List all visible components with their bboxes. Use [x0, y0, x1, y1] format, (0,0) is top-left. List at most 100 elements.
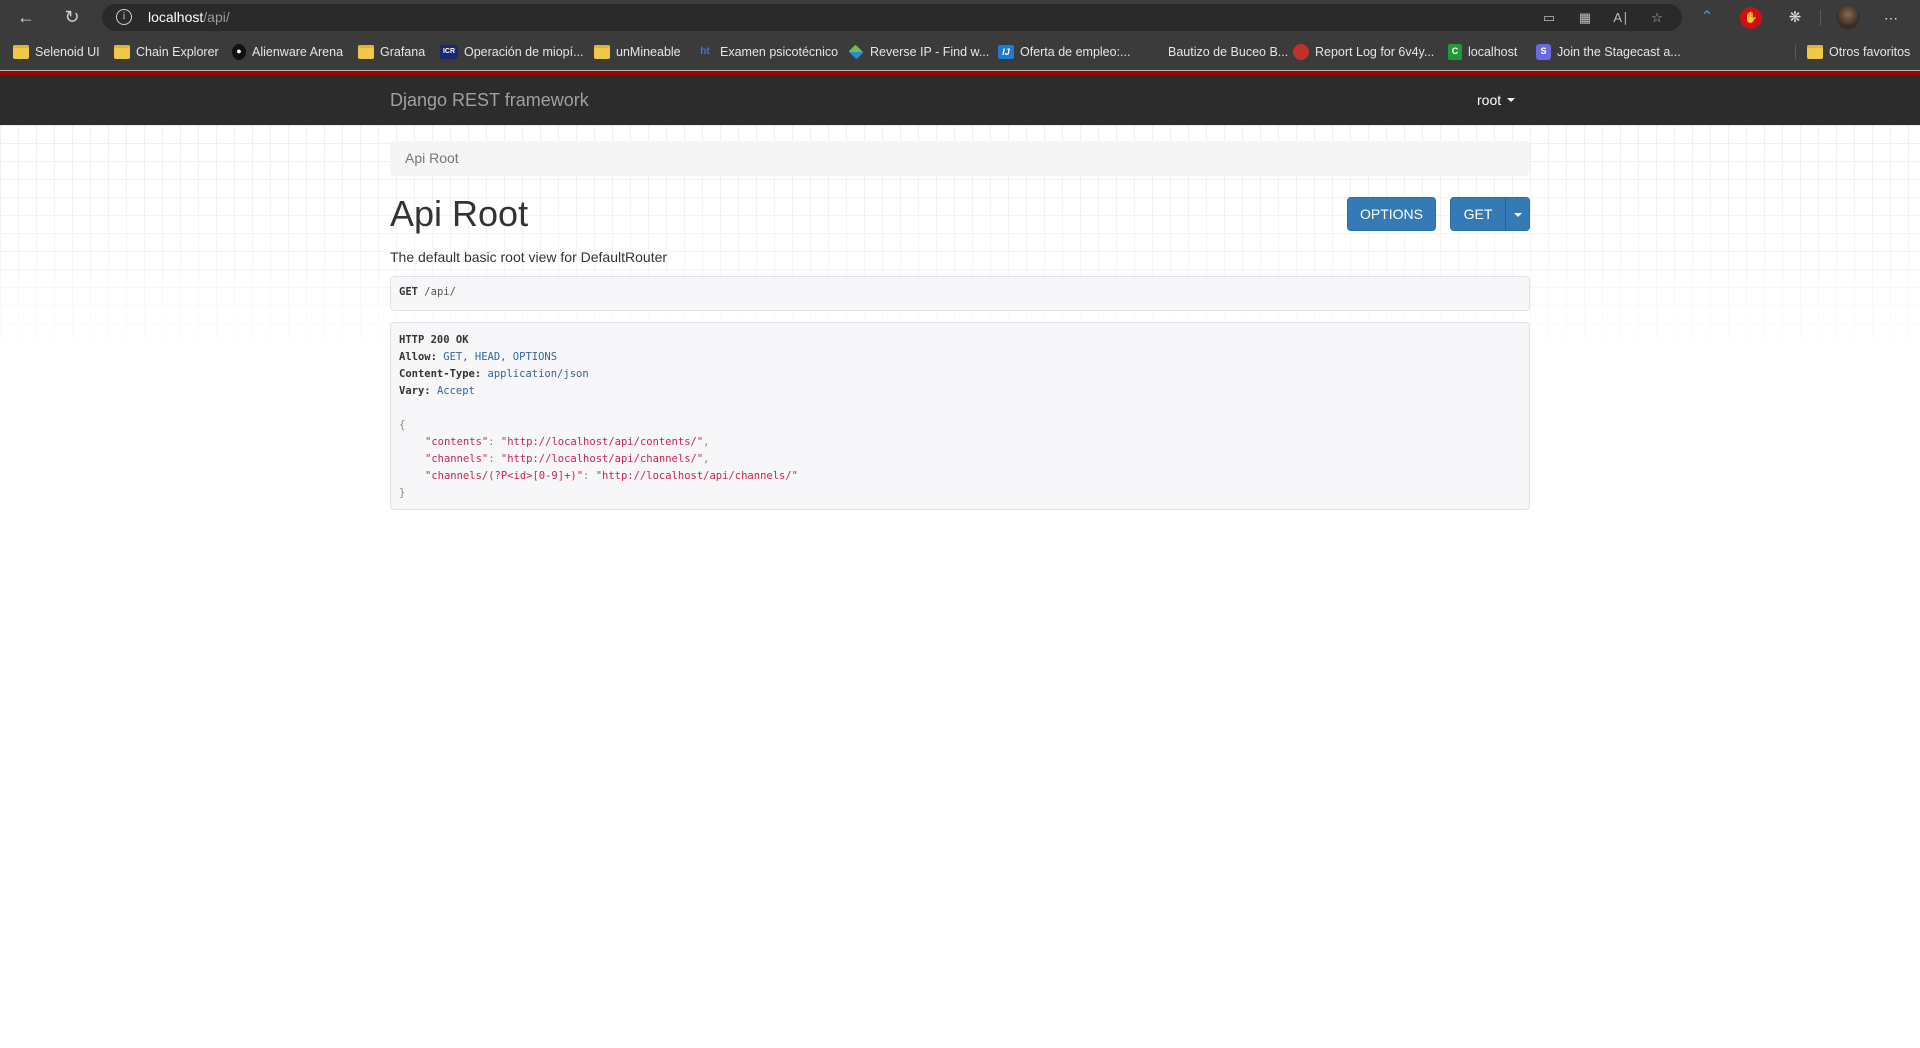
- bookmark-label: unMineable: [616, 45, 681, 59]
- caret-down-icon: [1507, 98, 1516, 102]
- get-format-dropdown-button[interactable]: [1505, 197, 1530, 231]
- arrow-left-icon: ←: [17, 7, 35, 27]
- url-host: localhost: [148, 9, 204, 25]
- bookmark-label: Bautizo de Buceo B...: [1168, 45, 1289, 59]
- folder-icon: [114, 45, 130, 59]
- bookmark-label: Oferta de empleo:...: [1020, 45, 1131, 59]
- user-dropdown[interactable]: root: [1477, 92, 1516, 108]
- json-entry: "channels/(?P<id>[0-9]+)": "http://local…: [425, 470, 798, 482]
- bookmarks-bar: Selenoid UI Chain Explorer ● Alienware Ar…: [0, 34, 1920, 70]
- url-path: /api/: [203, 9, 230, 25]
- bookmark-item[interactable]: Report Log for 6v4y...: [1293, 42, 1434, 62]
- bookmark-item[interactable]: S Join the Stagecast a...: [1536, 42, 1681, 62]
- bookmark-item[interactable]: Selenoid UI: [13, 42, 100, 62]
- bookmark-label: Examen psicotécnico: [720, 45, 839, 59]
- header-key: Vary:: [399, 385, 431, 397]
- bookmark-item[interactable]: ht Examen psicotécnico: [696, 42, 838, 62]
- response-header: Allow: GET, HEAD, OPTIONS: [399, 349, 1521, 366]
- request-info: GET /api/: [390, 276, 1530, 311]
- bookmarks-divider: [1795, 44, 1796, 60]
- back-button[interactable]: ←: [14, 5, 38, 29]
- bookmark-label: Reverse IP - Find w...: [870, 45, 990, 59]
- bookmark-item[interactable]: ● Alienware Arena: [232, 42, 343, 62]
- bookmark-item[interactable]: ICR Operación de miopí...: [440, 42, 584, 62]
- folder-icon: [13, 45, 29, 59]
- other-favorites-folder[interactable]: Otros favoritos: [1807, 42, 1910, 62]
- folder-icon: [358, 45, 374, 59]
- breadcrumb-item-active: Api Root: [405, 150, 459, 166]
- profile-avatar[interactable]: [1836, 5, 1860, 29]
- response-header: Vary: Accept: [399, 383, 1521, 400]
- bookmark-item[interactable]: Clocalhost: [1448, 42, 1517, 62]
- adblock-icon[interactable]: ✋: [1740, 7, 1762, 29]
- request-method: GET: [399, 286, 418, 298]
- header-key: Content-Type:: [399, 368, 482, 380]
- ij-icon: IJ: [998, 45, 1014, 59]
- response-header: Content-Type: application/json: [399, 366, 1521, 383]
- app-available-icon[interactable]: ▭: [1540, 9, 1558, 27]
- json-key: "channels/(?P<id>[0-9]+)": [425, 470, 584, 482]
- bookmark-item[interactable]: Grafana: [358, 42, 425, 62]
- alien-icon: ●: [232, 44, 246, 60]
- extension-arc-icon[interactable]: ⌃: [1696, 7, 1718, 29]
- bookmark-label: Alienware Arena: [252, 45, 344, 59]
- json-close-brace: }: [399, 487, 406, 499]
- navbar: Django REST framework root: [0, 75, 1920, 125]
- json-link[interactable]: "http://localhost/api/channels/": [501, 453, 703, 465]
- diamond-icon: [848, 44, 864, 60]
- bookmark-label: Grafana: [380, 45, 426, 59]
- brand-link[interactable]: Django REST framework: [390, 90, 589, 111]
- extensions-puzzle-icon[interactable]: ❋: [1784, 7, 1806, 29]
- c-icon: C: [1448, 44, 1462, 60]
- bookmark-label: localhost: [1468, 45, 1518, 59]
- address-bar[interactable]: i localhost/api/ ▭ ▦ A∣ ☆: [102, 4, 1682, 31]
- bookmark-item[interactable]: Bautizo de Buceo B...: [1168, 42, 1288, 62]
- json-open-brace: {: [399, 419, 406, 431]
- page-title: Api Root: [390, 193, 529, 234]
- bookmark-label: Otros favoritos: [1829, 45, 1911, 59]
- json-key: "channels": [425, 453, 489, 465]
- folder-icon: [1807, 45, 1823, 59]
- bookmark-label: Chain Explorer: [136, 45, 219, 59]
- ht-icon: ht: [700, 46, 710, 57]
- site-info-icon[interactable]: i: [116, 9, 132, 25]
- view-description: The default basic root view for DefaultR…: [390, 249, 668, 265]
- bookmark-item[interactable]: Reverse IP - Find w...: [848, 42, 989, 62]
- header-value: application/json: [487, 368, 589, 380]
- bookmark-label: Operación de miopí...: [464, 45, 584, 59]
- header-value: GET, HEAD, OPTIONS: [443, 351, 558, 363]
- bookmark-item[interactable]: IJ Oferta de empleo:...: [998, 42, 1130, 62]
- read-aloud-icon[interactable]: A∣: [1612, 9, 1630, 27]
- request-path: /api/: [424, 286, 456, 298]
- json-key: "contents": [425, 436, 489, 448]
- user-name: root: [1477, 92, 1502, 108]
- response-info: HTTP 200 OK Allow: GET, HEAD, OPTIONS Cont…: [390, 322, 1530, 510]
- caret-down-icon: [1513, 213, 1522, 217]
- icr-icon: ICR: [440, 45, 458, 59]
- toolbar-divider: [1820, 10, 1821, 26]
- get-button[interactable]: GET: [1450, 197, 1506, 231]
- bookmark-label: Selenoid UI: [35, 45, 100, 59]
- json-entry: "channels": "http://localhost/api/channe…: [425, 453, 710, 465]
- bookmark-item[interactable]: Chain Explorer: [114, 42, 219, 62]
- options-button[interactable]: OPTIONS: [1347, 197, 1436, 231]
- response-status: HTTP 200 OK: [399, 334, 469, 346]
- s-icon: S: [1536, 44, 1551, 60]
- folder-icon: [594, 45, 610, 59]
- steam-icon: [1293, 44, 1309, 60]
- bookmark-item[interactable]: unMineable: [594, 42, 681, 62]
- json-entry: "contents": "http://localhost/api/conten…: [425, 436, 710, 448]
- add-favorite-icon[interactable]: ☆: [1648, 9, 1666, 27]
- bookmark-label: Join the Stagecast a...: [1557, 45, 1681, 59]
- json-link[interactable]: "http://localhost/api/contents/": [501, 436, 703, 448]
- url-text[interactable]: localhost/api/: [148, 9, 230, 25]
- reload-button[interactable]: ↻: [60, 5, 84, 29]
- bookmark-label: Report Log for 6v4y...: [1315, 45, 1435, 59]
- header-value: Accept: [436, 385, 475, 397]
- grid-icon[interactable]: ▦: [1576, 9, 1594, 27]
- header-key: Allow:: [399, 351, 437, 363]
- more-menu-icon[interactable]: ⋯: [1880, 7, 1902, 29]
- json-link[interactable]: "http://localhost/api/channels/": [596, 470, 798, 482]
- breadcrumb: Api Root: [390, 141, 1530, 176]
- browser-toolbar: ← ↻ i localhost/api/ ▭ ▦ A∣ ☆ ⌃ ✋ ❋ ⋯: [0, 0, 1920, 34]
